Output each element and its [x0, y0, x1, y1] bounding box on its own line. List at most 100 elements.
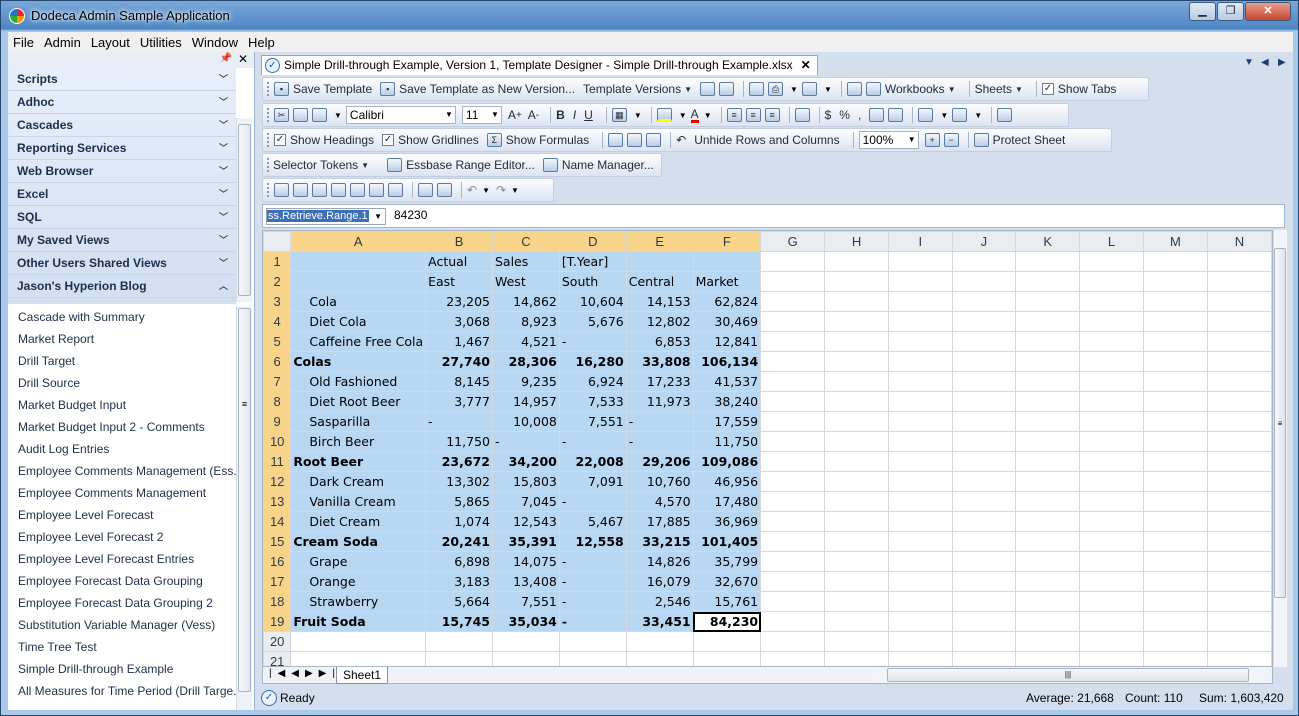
fill-color-icon[interactable] — [656, 108, 672, 122]
cell[interactable] — [1142, 431, 1208, 452]
cell[interactable]: 8,145 — [425, 371, 493, 392]
cell[interactable] — [1015, 571, 1081, 592]
cell[interactable]: East — [425, 271, 493, 292]
cell[interactable] — [888, 611, 953, 632]
cell[interactable] — [951, 351, 1017, 372]
cell[interactable] — [951, 271, 1017, 292]
cell[interactable] — [888, 591, 953, 612]
menu-layout[interactable]: Layout — [86, 35, 135, 50]
cell[interactable] — [558, 631, 627, 652]
cell[interactable] — [1015, 651, 1081, 666]
name-box[interactable]: ss.Retrieve.Range.1 ▼ — [266, 208, 386, 225]
cell[interactable] — [1015, 351, 1081, 372]
cell[interactable] — [692, 651, 762, 666]
menu-window[interactable]: Window — [187, 35, 243, 50]
copy-icon[interactable] — [293, 108, 308, 122]
column-header[interactable]: A — [290, 231, 427, 252]
cell[interactable] — [760, 551, 826, 572]
cell[interactable]: - — [625, 431, 694, 452]
chevron-down-icon[interactable]: ﹀ — [219, 206, 228, 229]
cell[interactable] — [951, 551, 1017, 572]
show-gridlines-checkbox[interactable]: ✓ Show Gridlines — [382, 133, 479, 147]
cell[interactable] — [888, 431, 953, 452]
cell[interactable]: 10,008 — [491, 411, 560, 432]
cell[interactable]: 46,956 — [692, 471, 762, 492]
cell[interactable] — [1015, 471, 1081, 492]
cell[interactable] — [1079, 331, 1144, 352]
grid-vertical-scrollbar[interactable]: ≡ — [1273, 230, 1287, 667]
cell[interactable]: - — [558, 491, 627, 512]
cell[interactable] — [824, 411, 890, 432]
cube-find-icon[interactable] — [369, 183, 384, 197]
row-header[interactable]: 7 — [263, 371, 292, 392]
cell[interactable] — [1142, 631, 1208, 652]
cell[interactable] — [888, 631, 953, 652]
cell[interactable]: 10,760 — [625, 471, 694, 492]
cell[interactable] — [1206, 491, 1272, 512]
cell[interactable]: 14,153 — [625, 291, 694, 312]
nav-item[interactable]: Employee Forecast Data Grouping 2 — [8, 592, 236, 614]
currency-icon[interactable]: $ — [825, 108, 832, 122]
cell[interactable] — [1142, 571, 1208, 592]
cell[interactable]: 4,521 — [491, 331, 560, 352]
cell[interactable] — [1015, 591, 1081, 612]
cell[interactable] — [1015, 431, 1081, 452]
sheet-nav-arrows[interactable]: |◀◀▶▶| — [269, 668, 341, 679]
groups-scrollbar[interactable] — [236, 118, 252, 302]
cell[interactable]: 106,134 — [692, 351, 762, 372]
cell[interactable]: 23,205 — [425, 291, 493, 312]
cell[interactable] — [951, 511, 1017, 532]
nav-item[interactable]: Drill Target — [8, 350, 236, 372]
pdf-icon[interactable] — [749, 82, 765, 96]
cell[interactable]: 9,235 — [491, 371, 560, 392]
cell[interactable] — [1142, 311, 1208, 332]
column-header[interactable]: B — [425, 231, 493, 252]
percent-icon[interactable]: % — [839, 108, 850, 122]
cell[interactable] — [1079, 471, 1144, 492]
cell[interactable]: 14,957 — [491, 391, 560, 412]
cell[interactable]: 11,750 — [692, 431, 762, 452]
cell[interactable] — [1206, 431, 1272, 452]
cell[interactable] — [1142, 531, 1208, 552]
row-header[interactable]: 21 — [263, 651, 292, 666]
tab-list-icon[interactable]: ▼ — [1244, 57, 1254, 68]
cell[interactable] — [824, 251, 890, 272]
merge-cells-icon[interactable] — [794, 108, 810, 122]
cube-copy-icon[interactable] — [312, 183, 327, 197]
menu-admin[interactable]: Admin — [39, 35, 86, 50]
cell[interactable] — [1142, 331, 1208, 352]
cell[interactable]: 5,676 — [558, 311, 627, 332]
cell[interactable]: 36,969 — [692, 511, 762, 532]
cell[interactable] — [1206, 271, 1272, 292]
cell[interactable]: Market — [692, 271, 762, 292]
cell[interactable] — [824, 531, 890, 552]
cell[interactable] — [1079, 411, 1144, 432]
nav-item[interactable]: Employee Level Forecast — [8, 504, 236, 526]
maximize-button[interactable]: ❐ — [1217, 2, 1244, 21]
chevron-down-icon[interactable]: ﹀ — [219, 68, 228, 91]
cell[interactable] — [760, 611, 826, 632]
cell[interactable] — [888, 391, 953, 412]
cell[interactable] — [1206, 511, 1272, 532]
insert-cells-icon[interactable] — [918, 108, 934, 122]
essbase-range-editor-button[interactable]: Essbase Range Editor... — [387, 158, 535, 172]
cell[interactable] — [951, 571, 1017, 592]
print-preview-icon[interactable] — [801, 82, 817, 96]
cell[interactable] — [425, 651, 493, 666]
cell[interactable] — [1142, 511, 1208, 532]
cell[interactable] — [760, 511, 826, 532]
cell[interactable] — [1015, 611, 1081, 632]
cell[interactable] — [824, 311, 890, 332]
cell[interactable] — [824, 651, 890, 666]
cell[interactable] — [1142, 391, 1208, 412]
cell[interactable]: 35,034 — [491, 611, 560, 632]
nav-item[interactable]: Employee Comments Management (Ess... — [8, 460, 236, 482]
row-header[interactable]: 4 — [263, 311, 292, 332]
decrease-font-icon[interactable]: A- — [528, 108, 539, 122]
cell[interactable]: 35,799 — [692, 551, 762, 572]
cell[interactable] — [824, 571, 890, 592]
protect-sheet-button[interactable]: Protect Sheet — [973, 133, 1065, 147]
chevron-down-icon[interactable]: ﹀ — [219, 160, 228, 183]
formula-input[interactable]: 84230 — [394, 208, 427, 222]
cell[interactable] — [1142, 411, 1208, 432]
